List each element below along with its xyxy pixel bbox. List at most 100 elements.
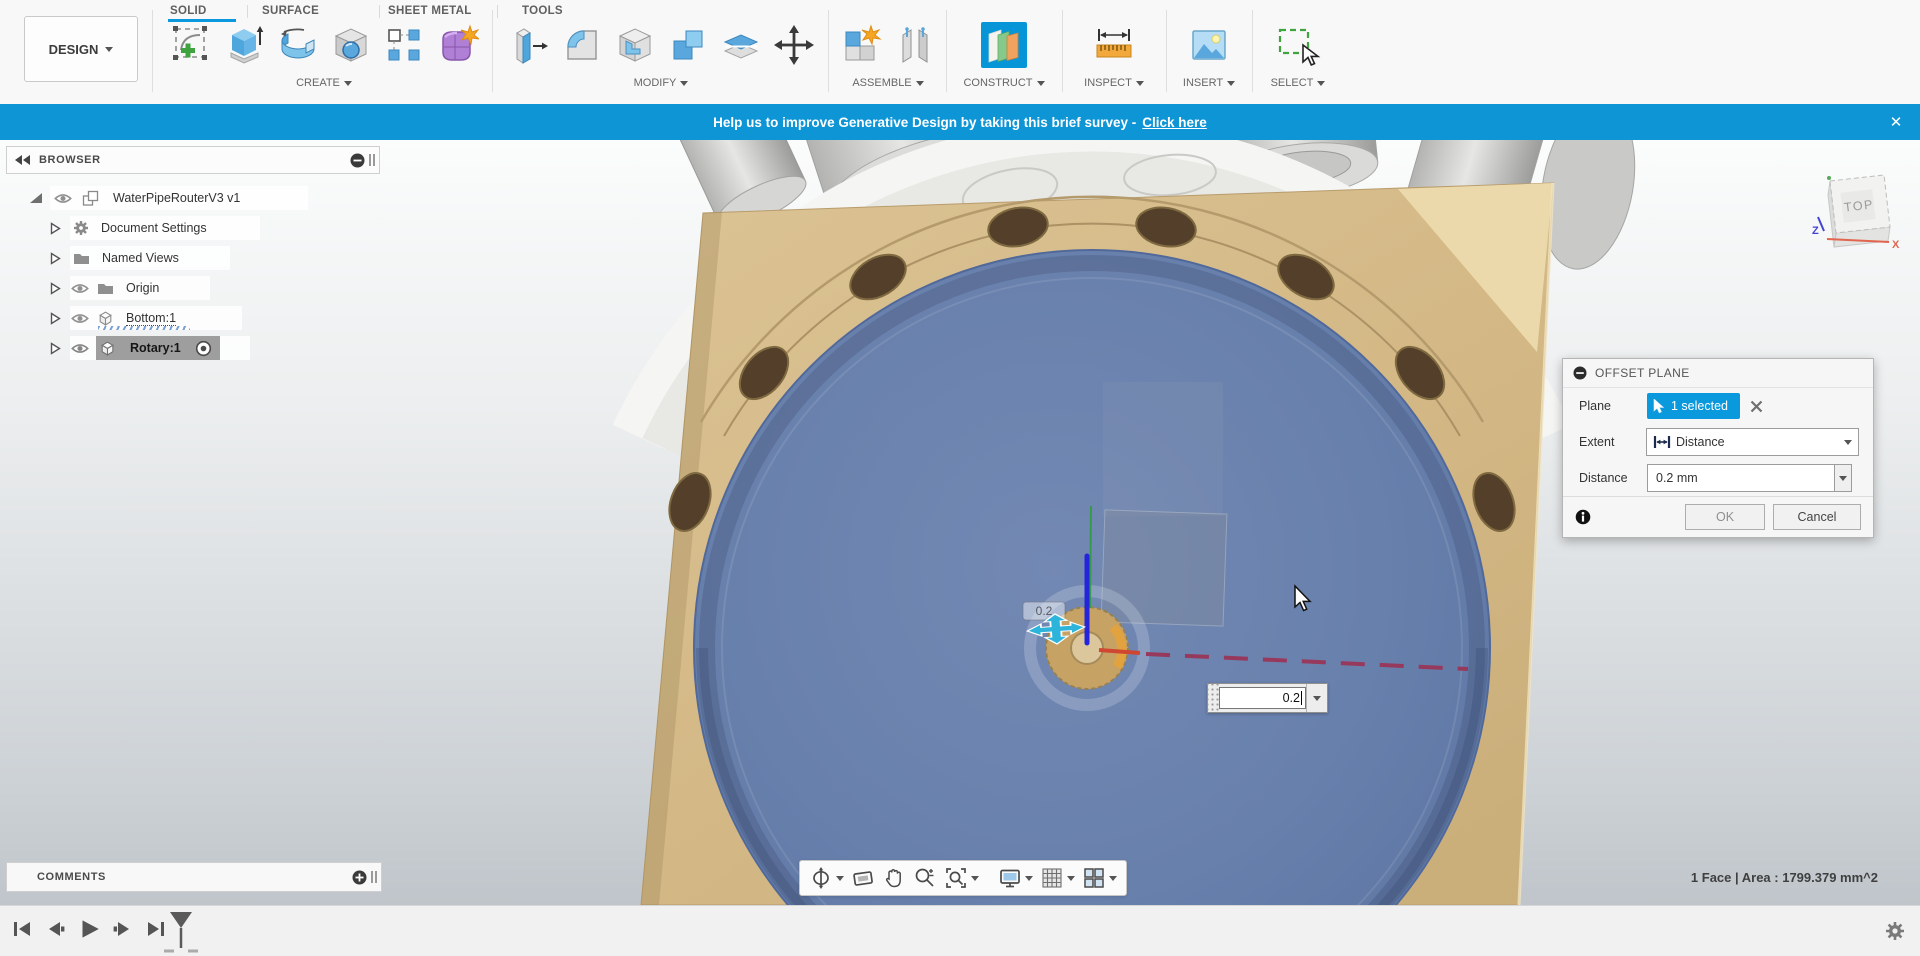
group-label-construct[interactable]: CONSTRUCT <box>963 77 1045 89</box>
group-label-insert[interactable]: INSERT <box>1183 77 1236 89</box>
split-body-button[interactable] <box>718 22 764 68</box>
drag-handle[interactable] <box>1208 684 1219 712</box>
axis-x-label: X <box>1892 239 1900 251</box>
group-create: CREATE <box>163 22 485 89</box>
visibility-eye-icon[interactable] <box>71 313 89 324</box>
chevron-down-icon <box>1025 875 1033 881</box>
distance-value-field[interactable]: 0.2 <box>1219 687 1306 709</box>
create-form-button[interactable] <box>434 22 480 68</box>
chevron-down-icon <box>1839 475 1847 481</box>
tree-item-root[interactable]: WaterPipeRouterV3 v1 <box>6 186 380 210</box>
step-forward-button[interactable] <box>111 917 135 946</box>
look-at-button[interactable] <box>851 866 875 890</box>
select-tool-button[interactable] <box>1275 22 1321 68</box>
play-button[interactable] <box>76 916 102 947</box>
tree-item-named-views[interactable]: Named Views <box>6 246 380 270</box>
distance-input[interactable]: 0.2 mm <box>1647 464 1835 492</box>
tree-item-document-settings[interactable]: Document Settings <box>6 216 380 240</box>
pan-button[interactable] <box>882 866 906 890</box>
insert-image-button[interactable] <box>1186 22 1232 68</box>
expand-closed-icon[interactable] <box>50 251 61 265</box>
viewports-button[interactable] <box>1082 866 1117 890</box>
chevron-down-icon <box>105 46 114 52</box>
visibility-eye-icon[interactable] <box>71 283 89 294</box>
ok-button[interactable]: OK <box>1685 504 1765 530</box>
group-label-select[interactable]: SELECT <box>1271 77 1326 89</box>
zoom-button[interactable] <box>913 866 937 890</box>
distance-extent-icon <box>1653 436 1671 448</box>
panel-resize-grip[interactable] <box>371 871 377 883</box>
extent-dropdown[interactable]: Distance <box>1646 428 1859 456</box>
floating-distance-input[interactable]: 0.2 <box>1207 683 1328 713</box>
tree-item-rotary-selected[interactable]: Rotary:1 <box>6 336 380 360</box>
move-copy-button[interactable] <box>771 22 817 68</box>
expand-open-icon[interactable] <box>28 191 42 205</box>
expand-closed-icon[interactable] <box>50 311 61 325</box>
tab-surface[interactable]: SURFACE <box>262 2 319 20</box>
folder-icon <box>73 252 90 265</box>
group-label-create[interactable]: CREATE <box>296 77 352 89</box>
visibility-eye-icon[interactable] <box>54 193 72 204</box>
expand-closed-icon[interactable] <box>50 341 61 355</box>
clear-selection-icon[interactable] <box>1750 400 1763 413</box>
chevron-down-icon <box>1135 80 1144 86</box>
tree-item-origin[interactable]: Origin <box>6 276 380 300</box>
chevron-down-icon <box>1036 80 1045 86</box>
new-component-button[interactable] <box>839 22 885 68</box>
tab-solid[interactable]: SOLID <box>170 2 207 20</box>
body-cube-icon <box>97 310 114 327</box>
offset-plane-dialog: OFFSET PLANE Plane 1 selected Extent Dis… <box>1562 358 1874 538</box>
orbit-button[interactable] <box>809 866 844 890</box>
model-viewport[interactable]: 0.2 TOP Z X BROWSER WaterPipeRouterV3 v1… <box>0 140 1920 905</box>
display-settings-button[interactable] <box>998 866 1033 890</box>
add-comment-icon[interactable] <box>352 870 367 885</box>
revolve-button[interactable] <box>275 22 321 68</box>
group-label-assemble[interactable]: ASSEMBLE <box>852 77 924 89</box>
collapse-panel-icon[interactable] <box>15 155 31 165</box>
info-icon[interactable] <box>1575 509 1591 525</box>
selection-status-text: 1 Face | Area : 1799.379 mm^2 <box>1690 870 1878 885</box>
dialog-title: OFFSET PLANE <box>1595 366 1690 380</box>
value-dropdown-button[interactable] <box>1306 684 1327 712</box>
tab-sheet-metal[interactable]: SHEET METAL <box>388 2 472 20</box>
tab-tools[interactable]: TOOLS <box>522 2 563 20</box>
collapse-browser-icon[interactable] <box>350 153 365 168</box>
group-label-modify[interactable]: MODIFY <box>634 77 689 89</box>
design-workspace-menu[interactable]: DESIGN <box>24 16 138 82</box>
expand-closed-icon[interactable] <box>50 281 61 295</box>
go-to-start-button[interactable] <box>10 917 34 946</box>
combine-button[interactable] <box>665 22 711 68</box>
grid-snap-button[interactable] <box>1040 866 1075 890</box>
pattern-button[interactable] <box>381 22 427 68</box>
step-back-button[interactable] <box>43 917 67 946</box>
joint-button[interactable] <box>892 22 938 68</box>
shell-button[interactable] <box>612 22 658 68</box>
timeline-settings-gear-icon[interactable] <box>1884 920 1906 947</box>
banner-survey-link[interactable]: Click here <box>1142 115 1207 130</box>
timeline-bar <box>0 905 1920 956</box>
tree-item-bottom[interactable]: Bottom:1 <box>6 306 380 330</box>
panel-resize-grip[interactable] <box>369 154 375 166</box>
banner-close-button[interactable]: ✕ <box>1886 112 1906 132</box>
fillet-button[interactable] <box>559 22 605 68</box>
cancel-button[interactable]: Cancel <box>1773 504 1861 530</box>
press-pull-button[interactable] <box>506 22 552 68</box>
create-sketch-button[interactable] <box>169 22 215 68</box>
measure-button[interactable] <box>1091 22 1137 68</box>
distance-dropdown-button[interactable] <box>1835 464 1852 492</box>
extrude-button[interactable] <box>222 22 268 68</box>
activate-component-radio[interactable] <box>195 340 212 357</box>
fit-button[interactable] <box>944 866 979 890</box>
comments-panel[interactable]: COMMENTS <box>6 862 382 892</box>
timeline-position-marker[interactable] <box>160 908 204 956</box>
expand-closed-icon[interactable] <box>50 221 61 235</box>
collapse-dialog-icon[interactable] <box>1573 366 1587 380</box>
dialog-header[interactable]: OFFSET PLANE <box>1563 359 1873 388</box>
component-icon <box>82 190 99 207</box>
offset-plane-tool-button-active[interactable] <box>981 22 1027 68</box>
viewcube[interactable]: TOP Z X <box>1812 174 1900 251</box>
plane-selection-button[interactable]: 1 selected <box>1647 393 1740 419</box>
visibility-eye-icon[interactable] <box>71 343 89 354</box>
group-label-inspect[interactable]: INSPECT <box>1084 77 1144 89</box>
hole-button[interactable] <box>328 22 374 68</box>
